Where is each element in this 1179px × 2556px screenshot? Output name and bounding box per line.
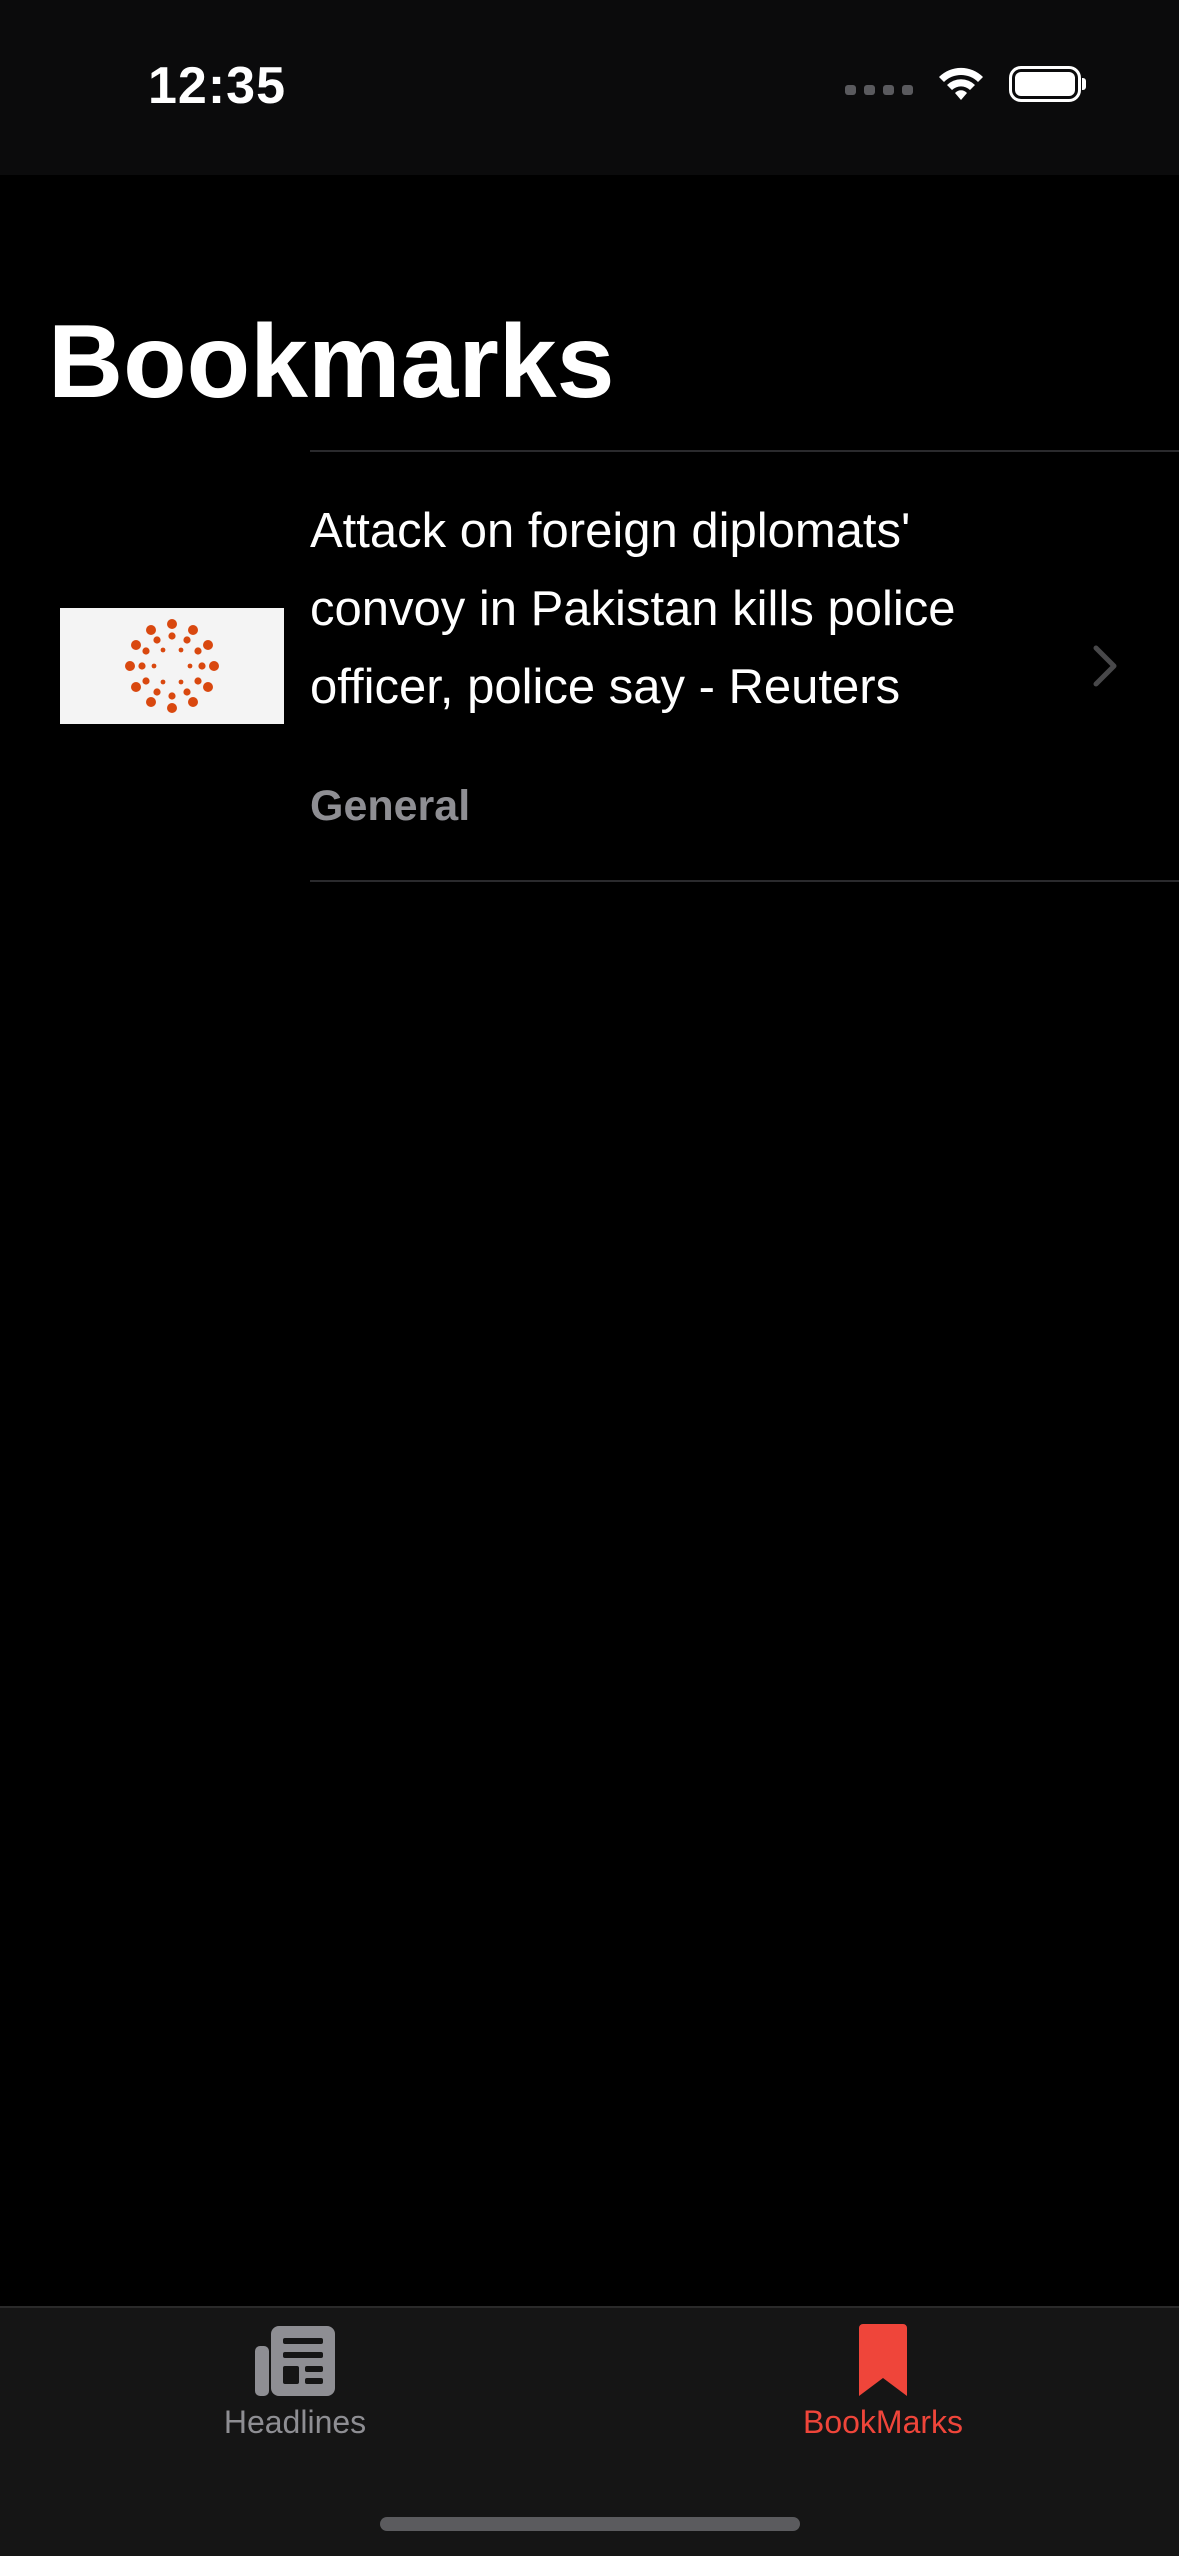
- status-time: 12:35: [148, 57, 286, 115]
- tab-bookmarks-label: BookMarks: [802, 2404, 964, 2440]
- chevron-right-icon: [1093, 645, 1117, 687]
- tab-headlines[interactable]: Headlines: [145, 2322, 445, 2441]
- bookmark-icon: [859, 2324, 907, 2396]
- bookmark-row[interactable]: Attack on foreign diplomats' convoy in P…: [0, 452, 1179, 880]
- status-indicators: [845, 64, 1086, 104]
- newspaper-icon: [255, 2326, 335, 2396]
- tab-bookmarks[interactable]: BookMarks: [733, 2322, 1033, 2441]
- battery-icon: [1009, 66, 1086, 102]
- home-indicator[interactable]: [380, 2517, 800, 2531]
- status-bar: 12:35: [0, 0, 1179, 175]
- reuters-logo-icon: [125, 619, 219, 713]
- list-bottom-divider: [310, 880, 1179, 882]
- wifi-icon: [939, 67, 983, 100]
- tab-headlines-label: Headlines: [223, 2404, 367, 2440]
- article-thumbnail: [60, 608, 284, 724]
- article-headline: Attack on foreign diplomats' convoy in P…: [310, 504, 956, 714]
- cellular-signal-icon: [845, 85, 913, 95]
- article-category: General: [310, 782, 471, 830]
- page-title: Bookmarks: [48, 304, 615, 420]
